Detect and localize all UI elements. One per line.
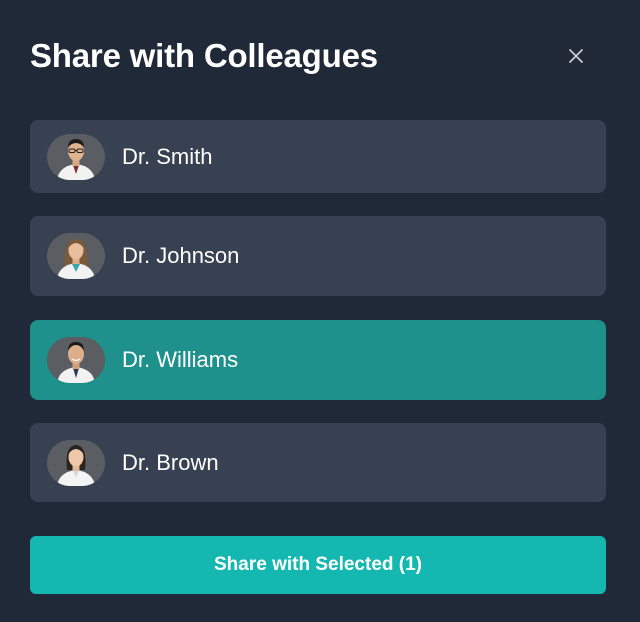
share-selected-button[interactable]: Share with Selected (1): [30, 536, 606, 594]
dialog-title: Share with Colleagues: [30, 37, 378, 74]
doctor-male-glasses-avatar: [47, 133, 105, 180]
colleague-item-johnson[interactable]: Dr. Johnson: [30, 216, 606, 296]
colleague-name: Dr. Smith: [122, 143, 213, 169]
doctor-male-avatar: [47, 337, 105, 383]
avatar: [47, 337, 105, 383]
colleague-item-williams[interactable]: Dr. Williams: [30, 320, 606, 400]
colleague-name: Dr. Johnson: [122, 243, 240, 268]
close-icon: [569, 49, 583, 63]
share-dialog: Share with Colleagues Dr. Smith Dr. John…: [0, 0, 640, 622]
colleague-name: Dr. Brown: [122, 449, 219, 475]
doctor-female-long-hair-avatar: [47, 233, 105, 279]
avatar: [47, 439, 105, 486]
doctor-female-avatar: [47, 439, 105, 486]
colleague-item-smith[interactable]: Dr. Smith: [30, 120, 606, 193]
colleague-name: Dr. Williams: [122, 347, 239, 372]
close-button[interactable]: [560, 40, 592, 72]
colleague-item-brown[interactable]: Dr. Brown: [30, 423, 606, 502]
avatar: [47, 233, 105, 279]
avatar: [47, 133, 105, 180]
